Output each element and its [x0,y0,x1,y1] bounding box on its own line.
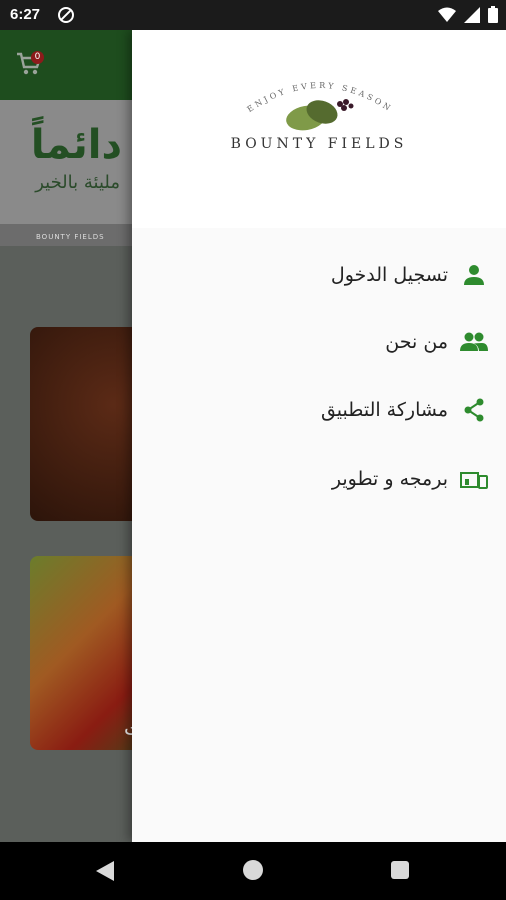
menu-item-development[interactable]: برمجه و تطوير [332,459,488,499]
home-icon[interactable] [243,860,263,880]
wifi-icon [438,7,456,22]
bounty-fields-logo-icon [286,99,354,131]
recents-icon[interactable] [391,861,409,879]
cart-count-badge: 0 [31,51,44,64]
menu-item-about-us[interactable]: من نحن [385,322,488,362]
status-bar: 6:27 [0,0,506,30]
banner-subtitle: مليئة بالخير [35,172,120,193]
person-icon [460,261,488,289]
banner-strip-text: BOUNTY FIELDS [36,233,105,241]
status-icons [438,6,498,23]
banner-title: دائماً [30,122,122,168]
menu-item-label: برمجه و تطوير [331,468,448,490]
back-icon[interactable] [96,861,114,881]
menu-item-label: مشاركة التطبيق [320,399,448,421]
menu-item-label: تسجيل الدخول [330,264,448,286]
brand-name: BOUNTY FIELDS [230,136,408,152]
drawer-header: ENJOY EVERY SEASON BOUNTY FIELDS [132,30,506,228]
battery-icon [488,6,498,23]
signal-icon [464,6,480,23]
menu-item-share-app[interactable]: مشاركة التطبيق [321,390,488,430]
status-time: 6:27 [10,6,41,23]
people-icon [460,328,488,356]
share-icon [460,396,488,424]
menu-item-label: من نحن [385,331,448,353]
do-not-disturb-icon [58,7,74,23]
navigation-drawer: ENJOY EVERY SEASON BOUNTY FIELDS تسجيل ا… [132,30,506,842]
devices-icon [460,465,488,493]
menu-item-login[interactable]: تسجيل الدخول [331,255,488,295]
system-nav-bar [0,842,506,900]
